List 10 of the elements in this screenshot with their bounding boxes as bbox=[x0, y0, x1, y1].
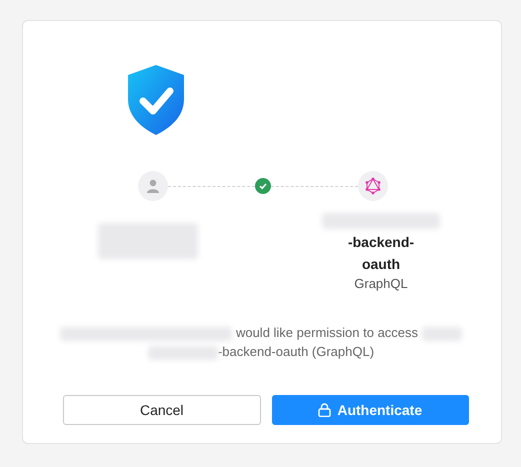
shield-check-icon bbox=[126, 65, 186, 135]
app-type: GraphQL bbox=[353, 275, 409, 293]
permission-message: would like permission to access bbox=[236, 325, 418, 340]
lock-icon bbox=[318, 403, 332, 417]
cancel-button[interactable]: Cancel bbox=[63, 395, 260, 425]
user-avatar-icon bbox=[138, 171, 168, 201]
app-name: -backend-oauth bbox=[346, 233, 416, 274]
app-reference: -backend-oauth (GraphQL) bbox=[218, 344, 374, 359]
check-icon bbox=[255, 178, 271, 194]
graphql-icon bbox=[358, 171, 388, 201]
